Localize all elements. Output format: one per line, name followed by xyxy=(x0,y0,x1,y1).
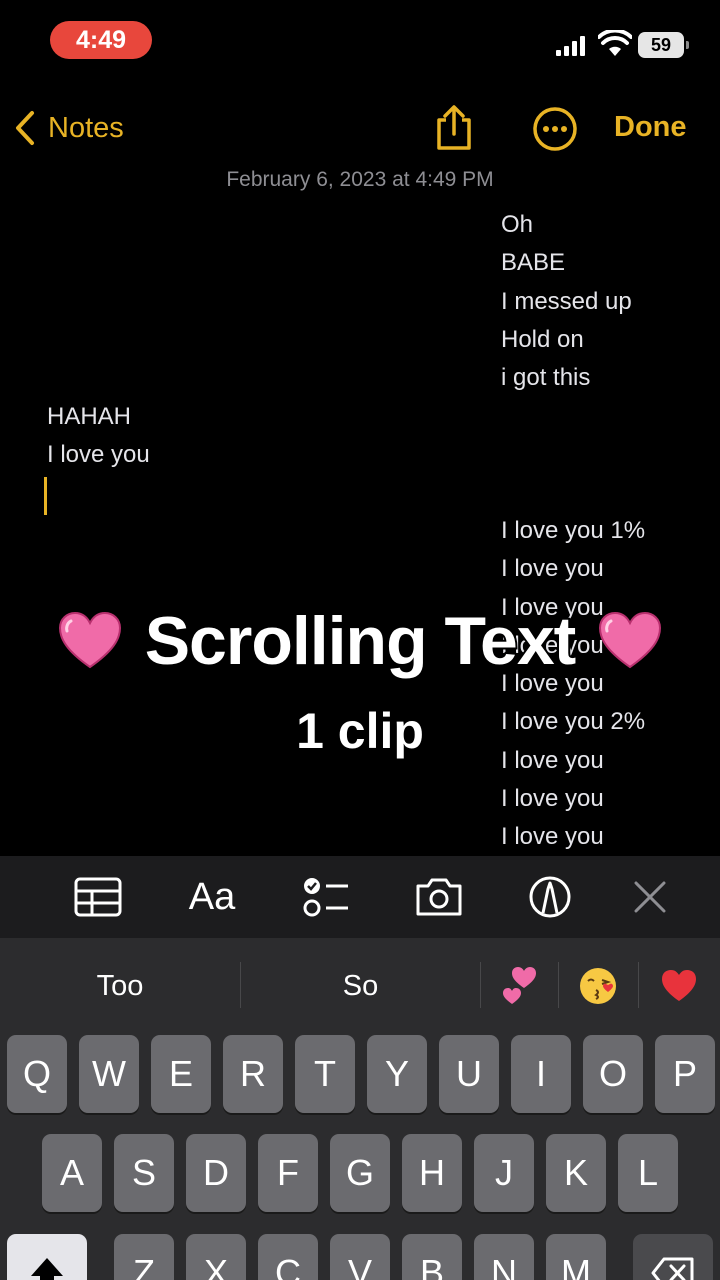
key-m[interactable]: M xyxy=(546,1234,606,1280)
shift-key[interactable] xyxy=(7,1234,87,1280)
formatting-toolbar: Aa xyxy=(0,856,720,938)
note-line: Oh xyxy=(501,211,534,238)
navigation-bar: Notes Done xyxy=(0,96,720,160)
note-date: February 6, 2023 at 4:49 PM xyxy=(226,168,494,191)
status-bar: 4:49 59 xyxy=(0,0,720,80)
delete-key[interactable] xyxy=(633,1234,713,1280)
key-k[interactable]: K xyxy=(546,1134,606,1212)
key-x[interactable]: X xyxy=(186,1234,246,1280)
key-l[interactable]: L xyxy=(618,1134,678,1212)
share-icon[interactable] xyxy=(432,104,476,152)
key-s[interactable]: S xyxy=(114,1134,174,1212)
text-cursor xyxy=(44,477,47,515)
key-a[interactable]: A xyxy=(42,1134,102,1212)
key-i[interactable]: I xyxy=(511,1035,571,1113)
keyboard: Too So Q W E R T Y U I O P A S D F G H J… xyxy=(0,938,720,1280)
key-w[interactable]: W xyxy=(79,1035,139,1113)
note-line: I love you xyxy=(501,785,604,813)
note-lines-left[interactable]: HAHAH I love you xyxy=(47,398,467,475)
suggestion-divider xyxy=(480,962,481,1008)
overlay-caption: Scrolling Text xyxy=(0,596,720,686)
suggestion-divider xyxy=(558,962,559,1008)
key-t[interactable]: T xyxy=(295,1035,355,1113)
note-line: Hold on xyxy=(501,325,584,353)
cellular-signal-icon xyxy=(556,34,590,56)
status-time[interactable]: 4:49 xyxy=(50,21,152,59)
key-v[interactable]: V xyxy=(330,1234,390,1280)
text-format-button[interactable]: Aa xyxy=(186,874,238,920)
delete-backspace-icon xyxy=(651,1257,694,1280)
key-n[interactable]: N xyxy=(474,1234,534,1280)
key-q[interactable]: Q xyxy=(7,1035,67,1113)
key-o[interactable]: O xyxy=(583,1035,643,1113)
key-c[interactable]: C xyxy=(258,1234,318,1280)
battery-icon: 59 xyxy=(638,32,689,58)
markup-pen-icon[interactable] xyxy=(528,874,572,920)
key-d[interactable]: D xyxy=(186,1134,246,1212)
done-button[interactable]: Done xyxy=(614,111,687,144)
key-g[interactable]: G xyxy=(330,1134,390,1212)
note-line: I love you xyxy=(501,823,604,851)
table-icon[interactable] xyxy=(74,874,122,920)
key-p[interactable]: P xyxy=(655,1035,715,1113)
heart-emoji-icon xyxy=(599,611,662,669)
suggestion-so[interactable]: So xyxy=(241,966,480,1006)
shift-arrow-icon xyxy=(31,1258,63,1280)
note-line: i got this xyxy=(501,364,591,392)
overlay-subtitle: 1 clip xyxy=(294,701,426,761)
two-hearts-emoji-icon[interactable] xyxy=(500,966,540,1006)
close-icon[interactable] xyxy=(632,874,668,920)
back-button[interactable]: Notes xyxy=(14,106,124,150)
wifi-icon xyxy=(598,30,632,56)
chevron-left-icon xyxy=(16,111,34,145)
more-options-icon[interactable] xyxy=(532,106,578,152)
heart-emoji-icon xyxy=(58,611,121,669)
suggestion-divider xyxy=(638,962,639,1008)
note-line: HAHAH xyxy=(47,403,132,430)
key-z[interactable]: Z xyxy=(114,1234,174,1280)
camera-icon[interactable] xyxy=(414,874,464,920)
key-f[interactable]: F xyxy=(258,1134,318,1212)
note-line: I love you 1% xyxy=(501,517,646,544)
key-h[interactable]: H xyxy=(402,1134,462,1212)
note-line: I love you xyxy=(501,555,604,583)
checklist-icon[interactable] xyxy=(302,874,350,920)
key-y[interactable]: Y xyxy=(367,1035,427,1113)
key-j[interactable]: J xyxy=(474,1134,534,1212)
kissing-face-emoji-icon[interactable] xyxy=(578,966,618,1006)
note-lines-right-top[interactable]: Oh BABE I messed up Hold on i got this xyxy=(501,206,720,397)
note-line: I messed up xyxy=(501,287,632,315)
note-line: I love you xyxy=(47,441,150,469)
key-r[interactable]: R xyxy=(223,1035,283,1113)
key-b[interactable]: B xyxy=(402,1234,462,1280)
overlay-title: Scrolling Text xyxy=(143,601,579,681)
key-u[interactable]: U xyxy=(439,1035,499,1113)
note-line: BABE xyxy=(501,249,566,277)
predictive-bar: Too So xyxy=(0,938,720,1030)
red-heart-emoji-icon[interactable] xyxy=(660,966,698,1006)
suggestion-too[interactable]: Too xyxy=(0,966,240,1006)
back-button-label: Notes xyxy=(48,111,124,144)
key-e[interactable]: E xyxy=(151,1035,211,1113)
